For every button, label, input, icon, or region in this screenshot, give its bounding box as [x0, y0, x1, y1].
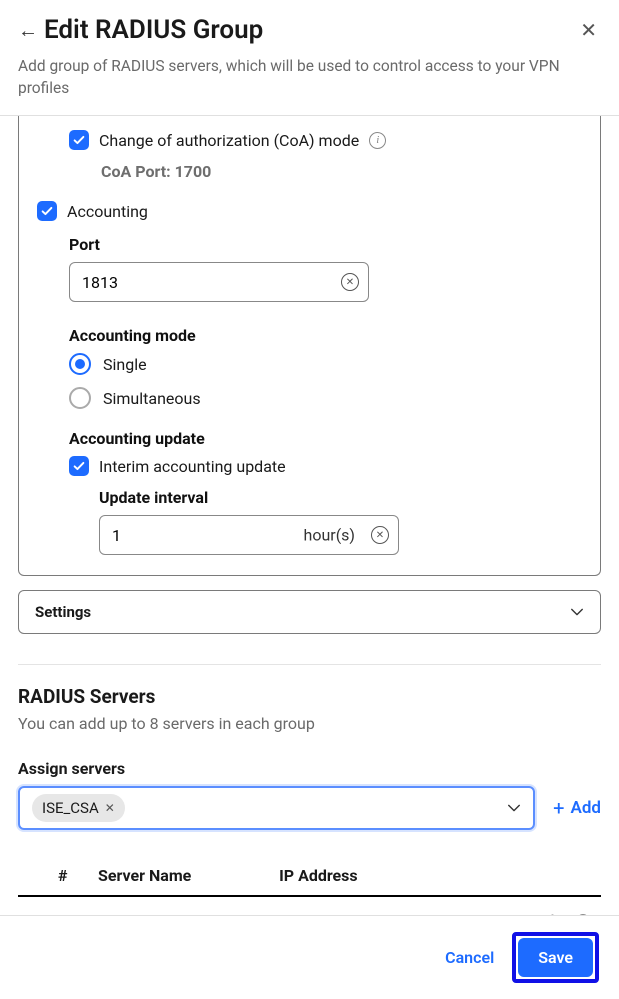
chevron-down-icon — [507, 801, 521, 815]
accounting-mode-label: Accounting mode — [69, 326, 582, 345]
col-number: # — [50, 856, 90, 896]
interim-update-label: Interim accounting update — [99, 457, 286, 476]
server-chip[interactable]: ISE_CSA ✕ — [32, 794, 125, 822]
add-label: Add — [571, 798, 602, 818]
scroll-area[interactable]: Change of authorization (CoA) mode i CoA… — [0, 115, 619, 915]
check-icon — [40, 204, 54, 218]
plus-icon: + — [553, 796, 564, 820]
assign-servers-select[interactable]: ISE_CSA ✕ — [18, 786, 535, 830]
interim-update-checkbox[interactable] — [69, 456, 89, 476]
clear-port-icon[interactable]: ✕ — [341, 273, 359, 291]
save-button[interactable]: Save — [518, 938, 593, 977]
chip-remove-icon[interactable]: ✕ — [105, 801, 115, 815]
clear-interval-icon[interactable]: ✕ — [371, 526, 389, 544]
settings-expander[interactable]: Settings — [18, 590, 601, 634]
update-interval-unit: hour(s) — [304, 526, 355, 545]
check-icon — [72, 133, 86, 147]
coa-mode-label: Change of authorization (CoA) mode — [99, 131, 359, 150]
servers-table: # Server Name IP Address ⁞⁞ 1 ISE_CSA 19… — [18, 856, 601, 915]
accounting-checkbox[interactable] — [37, 201, 57, 221]
row-server-name: ISE_CSA — [90, 896, 271, 915]
row-number: 1 — [50, 896, 90, 915]
edit-icon[interactable] — [539, 911, 559, 915]
coa-mode-checkbox[interactable] — [69, 130, 89, 150]
check-icon — [72, 459, 86, 473]
radio-single[interactable] — [69, 353, 91, 375]
update-interval-label: Update interval — [99, 488, 582, 507]
col-server-name: Server Name — [90, 856, 271, 896]
radius-servers-note: You can add up to 8 servers in each grou… — [18, 714, 601, 733]
server-chip-label: ISE_CSA — [42, 799, 99, 817]
row-ip-address: 192.168.10.206 — [271, 896, 521, 915]
chevron-down-icon — [570, 605, 584, 619]
port-label: Port — [69, 235, 582, 254]
save-highlight: Save — [512, 932, 599, 983]
coa-port-label: CoA Port: 1700 — [101, 162, 582, 181]
radio-simultaneous-label: Simultaneous — [103, 389, 201, 408]
col-ip-address: IP Address — [271, 856, 521, 896]
add-server-button[interactable]: + Add — [553, 796, 601, 820]
accounting-label: Accounting — [67, 202, 148, 221]
table-row: ⁞⁞ 1 ISE_CSA 192.168.10.206 — [18, 896, 601, 915]
accounting-card: Change of authorization (CoA) mode i CoA… — [18, 116, 601, 576]
accounting-update-label: Accounting update — [69, 429, 582, 448]
page-subtitle: Add group of RADIUS servers, which will … — [18, 56, 601, 99]
radius-servers-heading: RADIUS Servers — [18, 685, 601, 708]
radio-single-label: Single — [103, 355, 147, 374]
close-icon[interactable]: ✕ — [576, 14, 601, 46]
radio-simultaneous[interactable] — [69, 387, 91, 409]
footer: Cancel Save — [0, 915, 619, 999]
remove-icon[interactable] — [573, 911, 593, 915]
info-icon[interactable]: i — [369, 132, 386, 149]
assign-servers-label: Assign servers — [18, 759, 601, 778]
port-input[interactable] — [69, 262, 369, 302]
settings-label: Settings — [35, 603, 91, 621]
back-arrow-icon[interactable]: ← — [18, 18, 38, 43]
cancel-button[interactable]: Cancel — [445, 948, 494, 967]
page-title: Edit RADIUS Group — [44, 15, 263, 45]
divider — [18, 664, 601, 665]
